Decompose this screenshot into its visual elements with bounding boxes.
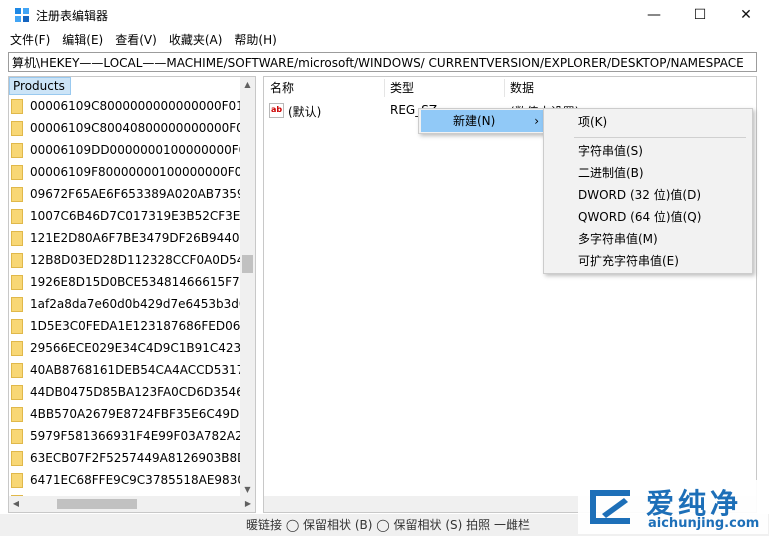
tree-item-label: 1D5E3C0FEDA1E123187686FED06E9 — [30, 319, 243, 333]
column-type[interactable]: 类型 — [384, 77, 510, 99]
tree-hscroll-thumb[interactable] — [57, 499, 137, 509]
tree-item[interactable]: 4BB570A2679E8724FBF35E6C49D54 — [11, 403, 243, 425]
scroll-down-icon[interactable]: ▼ — [240, 482, 255, 497]
tree-item[interactable]: 12B8D03ED28D112328CCF0A0D5415 — [11, 249, 243, 271]
tree-item[interactable]: 00006109F80000000100000000F01FE — [11, 161, 243, 183]
tree-item[interactable]: 40AB8768161DEB54CA4ACCD53170F — [11, 359, 243, 381]
folder-icon — [11, 208, 23, 224]
regedit-app-icon — [15, 8, 29, 22]
tree-item[interactable]: 1af2a8da7e60d0b429d7e6453b3d01 — [11, 293, 243, 315]
folder-icon — [11, 296, 23, 312]
close-button[interactable]: ✕ — [723, 0, 769, 30]
submenu-arrow-icon: › — [534, 114, 539, 128]
menu-favorites[interactable]: 收藏夹(A) — [163, 30, 229, 51]
submenu-string-value[interactable]: 字符串值(S) — [546, 140, 750, 162]
tree-item-label: 1af2a8da7e60d0b429d7e6453b3d01 — [30, 297, 243, 311]
tree-item[interactable]: 63ECB07F2F5257449A8126903B8DB5 — [11, 447, 243, 469]
submenu-dword-value[interactable]: DWORD (32 位)值(D) — [546, 184, 750, 206]
tree-item[interactable]: 1007C6B46D7C017319E3B52CF3EC1 — [11, 205, 243, 227]
tree-item-label: 5979F581366931F4E99F03A782A2BD — [30, 429, 243, 443]
tree-item[interactable]: 5979F581366931F4E99F03A782A2BD — [11, 425, 243, 447]
submenu-key[interactable]: 项(K) — [546, 111, 750, 133]
tree-item-label: 00006109C80040800000000000F01FI — [30, 121, 243, 135]
tree-item-label: 09672F65AE6F653389A020AB735960 — [30, 187, 243, 201]
submenu-multi-string-value[interactable]: 多字符串值(M) — [546, 228, 750, 250]
tree-item[interactable]: 09672F65AE6F653389A020AB735960 — [11, 183, 243, 205]
tree-item-label: 1926E8D15D0BCE53481466615F760/ — [30, 275, 243, 289]
tree-item[interactable]: 1926E8D15D0BCE53481466615F760/ — [11, 271, 243, 293]
submenu-binary-value[interactable]: 二进制值(B) — [546, 162, 750, 184]
scroll-right-icon[interactable]: ▶ — [241, 496, 255, 512]
column-data[interactable]: 数据 — [504, 77, 750, 99]
folder-icon — [11, 472, 23, 488]
tree-item-label: 63ECB07F2F5257449A8126903B8DB5 — [30, 451, 243, 465]
tree-item-label: 44DB0475D85BA123FA0CD6D35465I — [30, 385, 243, 399]
window-title: 注册表编辑器 — [36, 9, 109, 23]
tree-item[interactable]: 1D5E3C0FEDA1E123187686FED06E9 — [11, 315, 243, 337]
tree-item-label: 6471EC68FFE9C9C3785518AE9830CA — [30, 473, 243, 487]
column-name[interactable]: 名称 — [264, 77, 390, 99]
value-name: (默认) — [288, 105, 322, 119]
menu-bar: 文件(F) 编辑(E) 查看(V) 收藏夹(A) 帮助(H) — [0, 30, 769, 51]
folder-icon — [11, 340, 23, 356]
tree-item[interactable]: 00006109C80040800000000000F01FI — [11, 117, 243, 139]
tree-scroll-thumb[interactable] — [242, 255, 253, 273]
submenu-qword-value[interactable]: QWORD (64 位)值(Q) — [546, 206, 750, 228]
tree-item-label: 121E2D80A6F7BE3479DF26B9440943 — [30, 231, 243, 245]
context-menu: 新建(N) › — [418, 108, 550, 134]
maximize-button[interactable]: ☐ — [677, 0, 723, 30]
folder-icon — [11, 406, 23, 422]
string-value-icon: ab — [269, 103, 284, 118]
menu-help[interactable]: 帮助(H) — [228, 30, 282, 51]
pane-splitter[interactable] — [256, 76, 263, 513]
tree-item-label: 00006109DD0000000100000000F01FI — [30, 143, 243, 157]
folder-icon — [11, 164, 23, 180]
tree-item[interactable]: 00006109DD0000000100000000F01FI — [11, 139, 243, 161]
tree-item-label: 4BB570A2679E8724FBF35E6C49D54 — [30, 407, 243, 421]
watermark-url: aichunjing.com — [648, 516, 760, 531]
watermark: 爱纯净 aichunjing.com — [578, 480, 768, 534]
folder-icon — [11, 120, 23, 136]
tree-item-label: 40AB8768161DEB54CA4ACCD53170F — [30, 363, 243, 377]
folder-icon — [11, 98, 23, 114]
tree-item[interactable]: 121E2D80A6F7BE3479DF26B9440943 — [11, 227, 243, 249]
new-submenu: 项(K) 字符串值(S) 二进制值(B) DWORD (32 位)值(D) QW… — [543, 108, 753, 274]
tree-item-label: 00006109C8000000000000000F01FI — [30, 99, 243, 113]
key-tree-pane: Products 00006109C8000000000000000F01FI 0… — [8, 76, 256, 513]
address-bar[interactable]: 算机\HEKEY——LOCAL——MACHIME/SOFTWARE/micros… — [8, 52, 757, 72]
folder-icon — [11, 318, 23, 334]
menu-edit[interactable]: 编辑(E) — [56, 30, 109, 51]
folder-icon — [11, 362, 23, 378]
folder-icon — [11, 230, 23, 246]
title-bar: 注册表编辑器 — ☐ ✕ — [0, 0, 769, 30]
tree-item[interactable]: 6471EC68FFE9C9C3785518AE9830CA — [11, 469, 243, 491]
context-menu-new[interactable]: 新建(N) › — [421, 110, 547, 132]
folder-icon — [11, 274, 23, 290]
minimize-button[interactable]: — — [631, 0, 677, 30]
folder-icon — [11, 384, 23, 400]
menu-file[interactable]: 文件(F) — [0, 30, 56, 51]
tree-item-label: 00006109F80000000100000000F01FE — [30, 165, 243, 179]
tree-item[interactable]: 44DB0475D85BA123FA0CD6D35465I — [11, 381, 243, 403]
scroll-up-icon[interactable]: ▲ — [240, 77, 255, 92]
folder-icon — [11, 428, 23, 444]
folder-icon — [11, 186, 23, 202]
tree-selected-key[interactable]: Products — [9, 77, 71, 95]
watermark-logo-icon — [590, 490, 630, 524]
tree-item[interactable]: 00006109C8000000000000000F01FI — [11, 95, 243, 117]
tree-vertical-scrollbar[interactable]: ▲ ▼ — [240, 77, 255, 497]
scroll-left-icon[interactable]: ◀ — [9, 496, 23, 512]
submenu-expandable-string-value[interactable]: 可扩充字符串值(E) — [546, 250, 750, 272]
tree-horizontal-scrollbar[interactable]: ◀ ▶ — [9, 496, 255, 512]
tree-item[interactable]: 29566ECE029E34C4D9C1B91C4238C — [11, 337, 243, 359]
menu-view[interactable]: 查看(V) — [109, 30, 163, 51]
folder-icon — [11, 450, 23, 466]
tree-item-label: 12B8D03ED28D112328CCF0A0D5415 — [30, 253, 243, 267]
tree-item-label: 1007C6B46D7C017319E3B52CF3EC1 — [30, 209, 243, 223]
context-menu-new-label: 新建(N) — [453, 114, 496, 128]
folder-icon — [11, 142, 23, 158]
folder-icon — [11, 252, 23, 268]
submenu-separator — [574, 137, 746, 138]
tree-item-label: 29566ECE029E34C4D9C1B91C4238C — [30, 341, 243, 355]
